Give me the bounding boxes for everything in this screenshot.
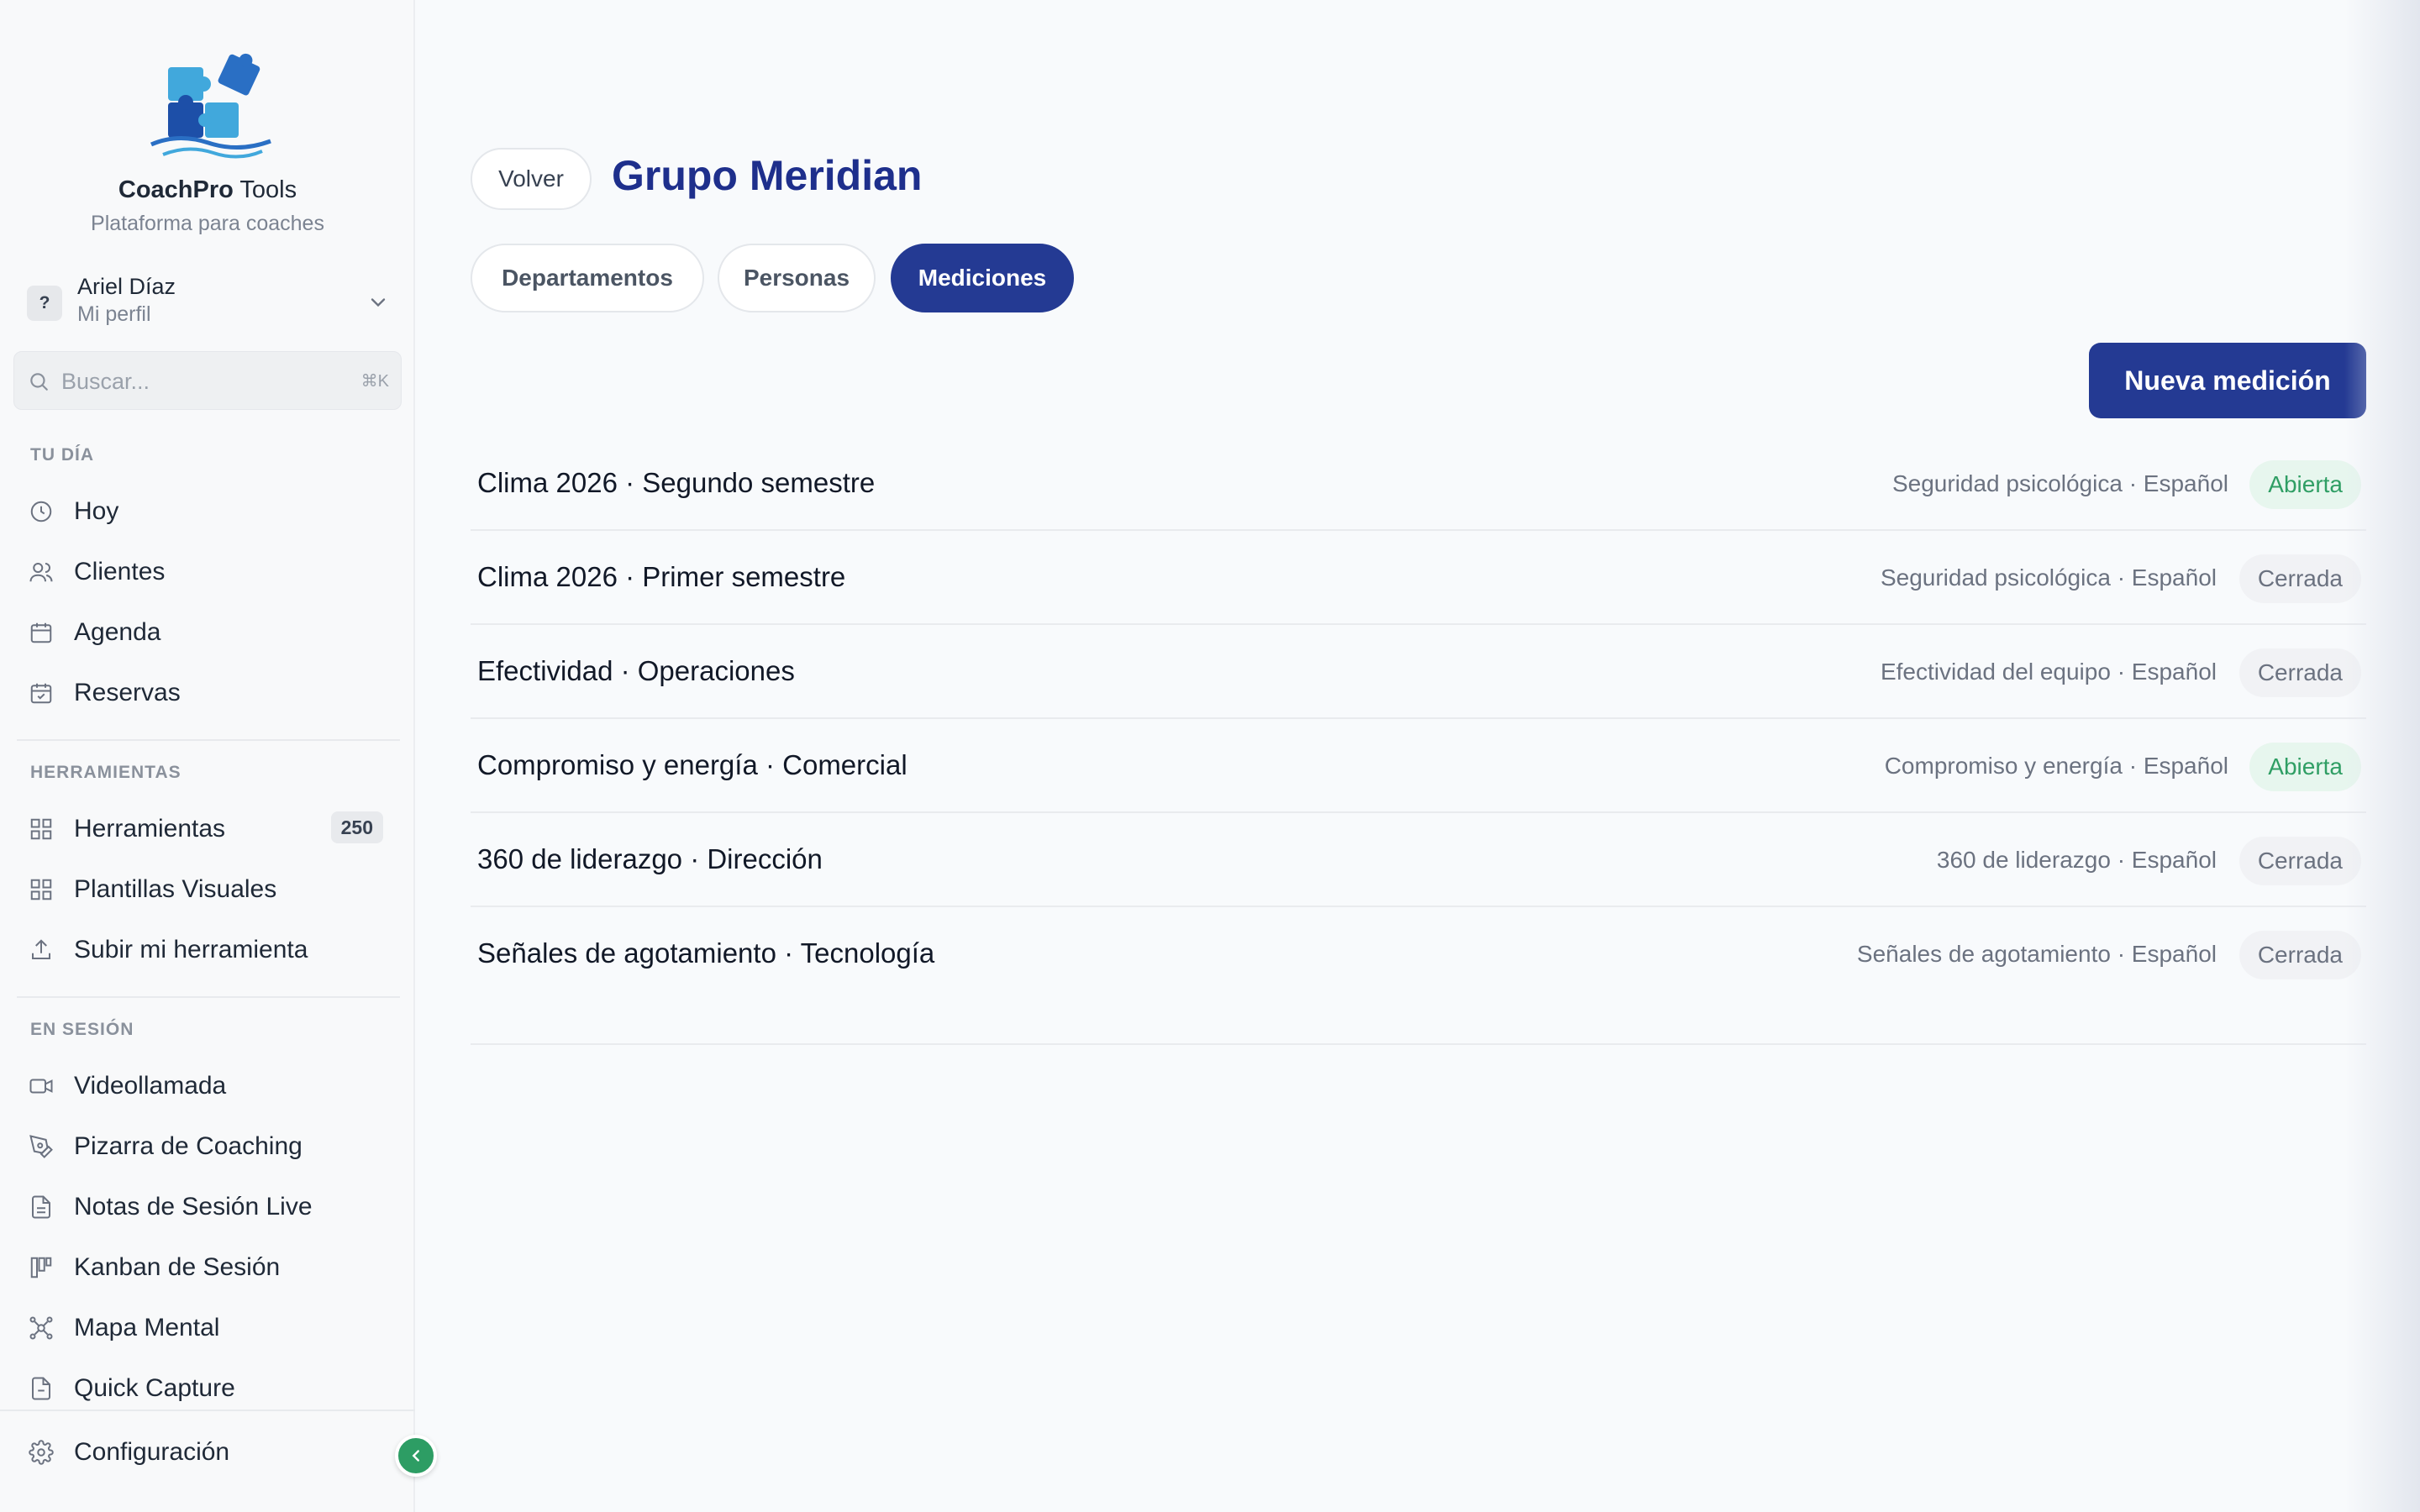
section-heading-tu-dia: TU DÍA [30,445,94,465]
file-icon [32,1377,50,1400]
sidebar-item-label: Herramientas [74,815,226,843]
measurement-title: Clima 2026 · Primer semestre [477,561,846,592]
measurement-title: Señales de agotamiento · Tecnología [477,937,935,969]
chevron-down-icon [371,298,386,307]
profile-menu[interactable]: ? Ariel Díaz Mi perfil [25,274,390,329]
sidebar-item-label: Mapa Mental [74,1314,220,1341]
sidebar-item-clientes[interactable]: Clientes [17,548,400,595]
mind-map-icon [29,1316,53,1340]
back-button[interactable]: Volver [471,148,592,210]
sidebar-item-configuracion[interactable]: Configuración [17,1428,400,1475]
list-item[interactable]: 360 de liderazgo · Dirección 360 de lide… [471,813,2366,907]
measurement-meta: Compromiso y energía · Español [1884,753,2228,779]
section-heading-herramientas: HERRAMIENTAS [30,763,182,782]
list-item[interactable]: Efectividad · Operaciones Efectividad de… [471,625,2366,719]
users-icon [29,563,53,582]
measurement-meta: Seguridad psicológica · Español [1880,564,2217,591]
sidebar-item-label: Clientes [74,558,166,585]
video-icon [29,1079,53,1094]
status-badge: Cerrada [2238,554,2361,603]
sidebar-item-label: Subir mi herramienta [74,936,308,963]
measurement-title: Clima 2026 · Segundo semestre [477,467,876,498]
sidebar-divider [17,996,400,998]
status-badge: Cerrada [2238,837,2361,885]
search-bar[interactable]: ⌘K [13,351,402,410]
sidebar-item-label: Quick Capture [74,1374,235,1402]
sidebar-item-label: Configuración [74,1438,230,1466]
sidebar-item-quick-capture[interactable]: Quick Capture [17,1364,400,1411]
new-measurement-button[interactable]: Nueva medición [2089,343,2366,418]
sidebar-item-herramientas[interactable]: Herramientas 250 [17,805,400,852]
measurement-title: 360 de liderazgo · Dirección [477,843,823,874]
edge-shadow [2344,0,2420,1512]
search-icon [30,373,48,391]
search-shortcut: ⌘K [360,372,389,391]
brand-name: CoachPro Tools [118,176,297,203]
brand-tagline: Plataforma para coaches [91,212,324,235]
tab-departamentos[interactable]: Departamentos [471,244,704,312]
sidebar-item-label: Agenda [74,618,161,646]
puzzle-logo-icon [150,53,271,159]
sidebar-item-label: Reservas [74,679,181,706]
list-divider [471,1043,2366,1045]
sidebar-item-label: Videollamada [74,1072,227,1100]
measurement-title: Compromiso y energía · Comercial [477,749,908,780]
sidebar-item-kanban[interactable]: Kanban de Sesión [17,1243,400,1290]
sidebar-item-mapa-mental[interactable]: Mapa Mental [17,1304,400,1351]
sidebar-item-label: Kanban de Sesión [74,1253,281,1281]
sidebar-item-label: Notas de Sesión Live [74,1193,313,1221]
tab-mediciones[interactable]: Mediciones [891,244,1074,312]
sidebar-divider [17,739,400,741]
sidebar-item-videollamada[interactable]: Videollamada [17,1062,400,1109]
measurement-meta: Efectividad del equipo · Español [1880,659,2217,685]
sidebar-item-label: Hoy [74,497,119,525]
sidebar: CoachPro Tools Plataforma para coaches ?… [0,0,415,1512]
measurement-meta: Seguridad psicológica · Español [1891,470,2228,496]
upload-icon [32,939,50,959]
kanban-icon [30,1257,52,1278]
status-badge: Cerrada [2238,931,2361,979]
calendar-check-icon [30,683,52,704]
list-item[interactable]: Clima 2026 · Segundo semestre Seguridad … [471,437,2366,531]
measurement-title: Efectividad · Operaciones [477,655,795,686]
gear-icon [29,1440,54,1465]
sidebar-footer-divider [0,1410,415,1411]
sidebar-item-pizarra[interactable]: Pizarra de Coaching [17,1122,400,1169]
section-heading-en-sesion: EN SESIÓN [30,1020,134,1039]
sidebar-item-notas-sesion[interactable]: Notas de Sesión Live [17,1183,400,1230]
clock-icon [30,501,52,522]
measurement-meta: 360 de liderazgo · Español [1936,847,2217,873]
page-title: Grupo Meridian [612,152,923,199]
profile-subtitle: Mi perfil [77,302,151,326]
file-text-icon [32,1195,50,1219]
list-item[interactable]: Señales de agotamiento · Tecnología Seña… [471,907,2366,1001]
tab-personas[interactable]: Personas [718,244,876,312]
grid-icon [30,818,52,840]
list-item[interactable]: Clima 2026 · Primer semestre Seguridad p… [471,531,2366,625]
status-badge: Cerrada [2238,648,2361,697]
avatar: ? [27,286,62,321]
measurement-meta: Señales de agotamiento · Español [1856,941,2217,967]
search-input[interactable] [61,364,330,399]
sidebar-item-label: Pizarra de Coaching [74,1132,302,1160]
chevron-left-icon [412,1450,419,1462]
profile-name: Ariel Díaz [77,274,176,299]
sidebar-item-reservas[interactable]: Reservas [17,669,400,716]
sidebar-item-agenda[interactable]: Agenda [17,608,400,655]
calendar-icon [30,622,52,643]
sidebar-item-plantillas-visuales[interactable]: Plantillas Visuales [17,865,400,912]
pen-tool-icon [29,1135,53,1158]
count-badge: 250 [330,811,383,843]
sidebar-item-label: Plantillas Visuales [74,875,277,903]
collapse-sidebar-button[interactable] [395,1435,437,1477]
sidebar-item-subir-herramienta[interactable]: Subir mi herramienta [17,926,400,973]
sidebar-item-hoy[interactable]: Hoy [17,487,400,534]
list-item[interactable]: Compromiso y energía · Comercial Comprom… [471,719,2366,813]
grid-icon [30,879,52,900]
